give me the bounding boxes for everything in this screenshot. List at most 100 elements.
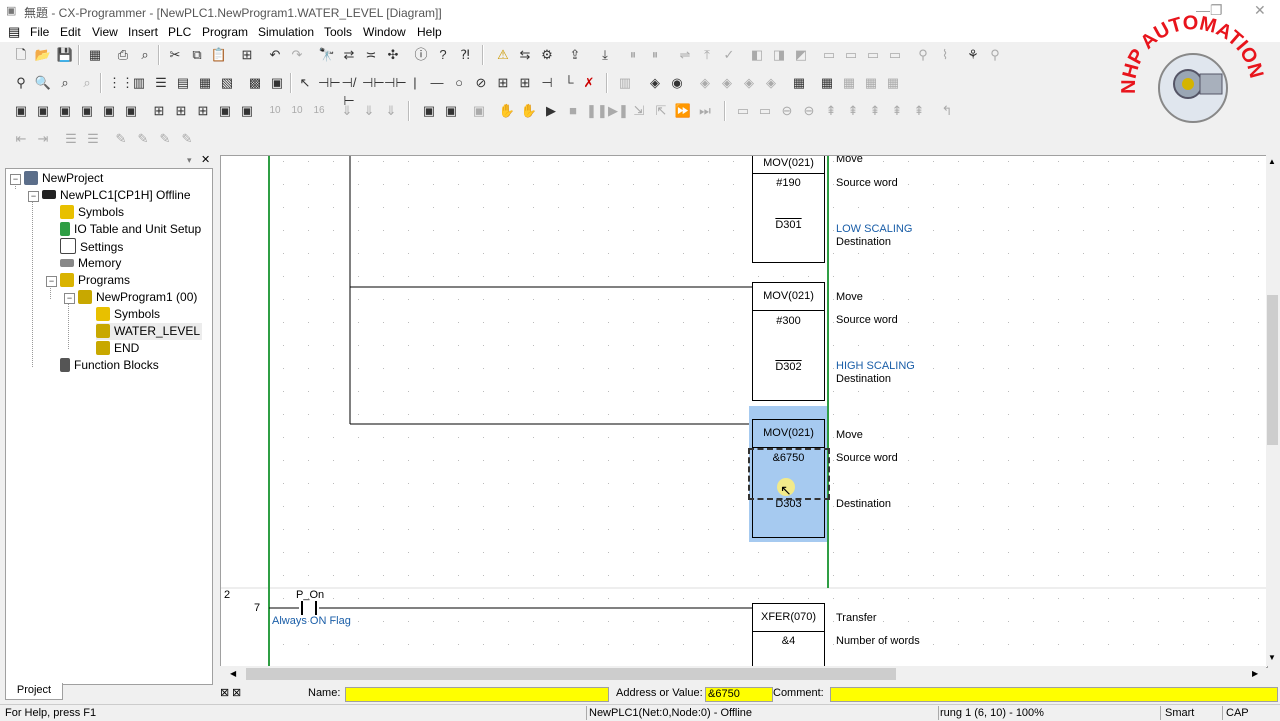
zoom-out-icon[interactable]: ⌕ (56, 74, 74, 92)
bookmark-clear-icon[interactable]: ✎ (178, 130, 196, 148)
menu-window[interactable]: Window (363, 25, 406, 39)
tree-item-program1[interactable]: NewProgram1 (00) (78, 289, 197, 306)
compare-program-icon[interactable]: ◈ (740, 74, 758, 92)
align5-icon[interactable]: ⇞ (910, 102, 928, 120)
pt-icon[interactable]: ⊞ (516, 74, 534, 92)
line-connect-icon[interactable]: └ (560, 74, 578, 92)
sim-pause-icon[interactable]: ❚❚ (586, 102, 608, 120)
compare-icon[interactable]: ⇌ (676, 46, 694, 64)
verify-icon[interactable]: ✓ (720, 46, 738, 64)
instruction-block-mov2[interactable]: MOV(021) #300 D302 (752, 282, 825, 401)
vertical-scrollbar[interactable]: ▲ ▼ (1266, 155, 1279, 666)
view-project-icon[interactable]: ▣ (12, 102, 30, 120)
fb-st-icon[interactable]: ▣ (238, 102, 256, 120)
outdent-icon[interactable]: ⇥ (34, 130, 52, 148)
address-field[interactable]: &6750 (705, 687, 773, 702)
pin-icon[interactable]: ▾ (187, 155, 192, 166)
view-output-icon[interactable]: ▣ (34, 102, 52, 120)
bp-list-icon[interactable]: ⊖ (778, 102, 796, 120)
scroll-left-icon[interactable]: ◀ (230, 669, 236, 678)
simulation-icon[interactable]: ⚘ (964, 46, 982, 64)
properties-icon[interactable]: ▦ (86, 46, 104, 64)
new-rung-icon[interactable]: ⊣ (538, 74, 556, 92)
task-setting-icon[interactable]: ⊖ (800, 102, 818, 120)
tree-item-plc[interactable]: NewPLC1[CP1H] Offline (42, 187, 191, 204)
replace-icon[interactable]: ⇄ (340, 46, 358, 64)
tree-item-water-level[interactable]: WATER_LEVEL (96, 323, 203, 340)
sim-stop-icon[interactable]: ■ (564, 102, 582, 120)
coil-icon[interactable]: ○ (450, 74, 468, 92)
set-bp-icon[interactable]: ▭ (734, 102, 752, 120)
address-reference-icon[interactable]: ✣ (384, 46, 402, 64)
set-value-icon[interactable]: ⚲ (914, 46, 932, 64)
menu-program[interactable]: Program (202, 25, 248, 39)
contact-no-icon[interactable]: ⊣⊢ (318, 74, 341, 92)
stop-icon[interactable]: ⏸ (646, 46, 664, 64)
show-symbols-icon[interactable]: ▤ (174, 74, 192, 92)
tree-item-settings[interactable]: Settings (60, 238, 123, 255)
menu-insert[interactable]: Insert (128, 25, 158, 39)
io-comment-icon[interactable]: ▧ (218, 74, 236, 92)
open-icon[interactable]: 📂 (34, 46, 52, 64)
instruction-block-xfer[interactable]: XFER(070) &4 (752, 603, 825, 667)
mode-monitor-icon[interactable]: ▭ (864, 46, 882, 64)
uncomment-block-icon[interactable]: ☰ (84, 130, 102, 148)
hex-view-icon[interactable]: 16 (310, 102, 328, 120)
download-icon[interactable]: ⤓ (596, 46, 614, 64)
paste-icon[interactable]: 📋 (210, 46, 228, 64)
menu-tools[interactable]: Tools (324, 25, 352, 39)
zoom-icon[interactable]: ⚲ (12, 74, 30, 92)
online-edit-icon[interactable]: ▥ (616, 74, 634, 92)
sim-step-icon[interactable]: ✋ (520, 102, 538, 120)
comment-field[interactable] (830, 687, 1278, 702)
menu-edit[interactable]: Edit (60, 25, 81, 39)
tree-item-project[interactable]: NewProject (24, 170, 103, 187)
binary-view-icon[interactable]: 10 (266, 102, 284, 120)
save-icon[interactable]: 💾 (56, 46, 74, 64)
memory-view-icon[interactable]: ▦ (840, 74, 858, 92)
online-edit-cancel-icon[interactable]: ◈ (696, 74, 714, 92)
cut-icon[interactable]: ✂ (166, 46, 184, 64)
print-icon[interactable]: ⎙ (114, 46, 132, 64)
sim-break-icon[interactable]: ✋ (498, 102, 516, 120)
online-icon[interactable]: ⇆ (516, 46, 534, 64)
context-help-icon[interactable]: ⁈ (456, 46, 474, 64)
upload-icon[interactable]: ⤒ (698, 46, 716, 64)
document-icon[interactable]: ▤ (8, 24, 20, 40)
menu-plc[interactable]: PLC (168, 25, 191, 39)
align3-icon[interactable]: ⇞ (866, 102, 884, 120)
bookmark-icon[interactable]: ✎ (112, 130, 130, 148)
monitor-icon[interactable]: ⚙ (538, 46, 556, 64)
tree-item-programs[interactable]: Programs (60, 272, 130, 289)
align-icon[interactable]: ⇞ (822, 102, 840, 120)
find-icon[interactable]: 🔭 (318, 46, 336, 64)
sim-step-out-icon[interactable]: ⇱ (652, 102, 670, 120)
copy-icon[interactable]: ⧉ (188, 46, 206, 64)
coil-nc-icon[interactable]: ⊘ (472, 74, 490, 92)
indent-icon[interactable]: ⇤ (12, 130, 30, 148)
force-off-icon[interactable]: ◨ (770, 46, 788, 64)
transfer-icon[interactable]: ⇪ (566, 46, 584, 64)
mode-program-icon[interactable]: ▭ (820, 46, 838, 64)
cross-reference-icon[interactable]: ≍ (362, 46, 380, 64)
scroll-thumb[interactable] (246, 668, 896, 680)
sim-step-run-icon[interactable]: ▶❚ (608, 102, 629, 120)
mode-debug-icon[interactable]: ▭ (842, 46, 860, 64)
view-fb-icon[interactable]: ▣ (122, 102, 140, 120)
online-edit-start-icon[interactable]: ◈ (646, 74, 664, 92)
name-field[interactable] (345, 687, 609, 702)
scroll-up-icon[interactable]: ▲ (1268, 157, 1276, 166)
collapse-toggle[interactable]: − (64, 293, 75, 304)
info-bar-pin-icon[interactable]: ⊠ (232, 686, 241, 699)
horizontal-line-icon[interactable]: — (428, 74, 446, 92)
undo-icon[interactable]: ↶ (266, 46, 284, 64)
collapse-toggle[interactable]: − (46, 276, 57, 287)
contact-or-nc-icon[interactable]: ⊣⊢ (384, 74, 407, 92)
step-out-icon[interactable]: ⇓ (382, 102, 400, 120)
io-table-icon[interactable]: ▦ (818, 74, 836, 92)
comment-block-icon[interactable]: ☰ (62, 130, 80, 148)
bookmark-next-icon[interactable]: ✎ (134, 130, 152, 148)
collapse-toggle[interactable]: − (28, 191, 39, 202)
menu-view[interactable]: View (92, 25, 118, 39)
help-icon[interactable]: ? (434, 46, 452, 64)
